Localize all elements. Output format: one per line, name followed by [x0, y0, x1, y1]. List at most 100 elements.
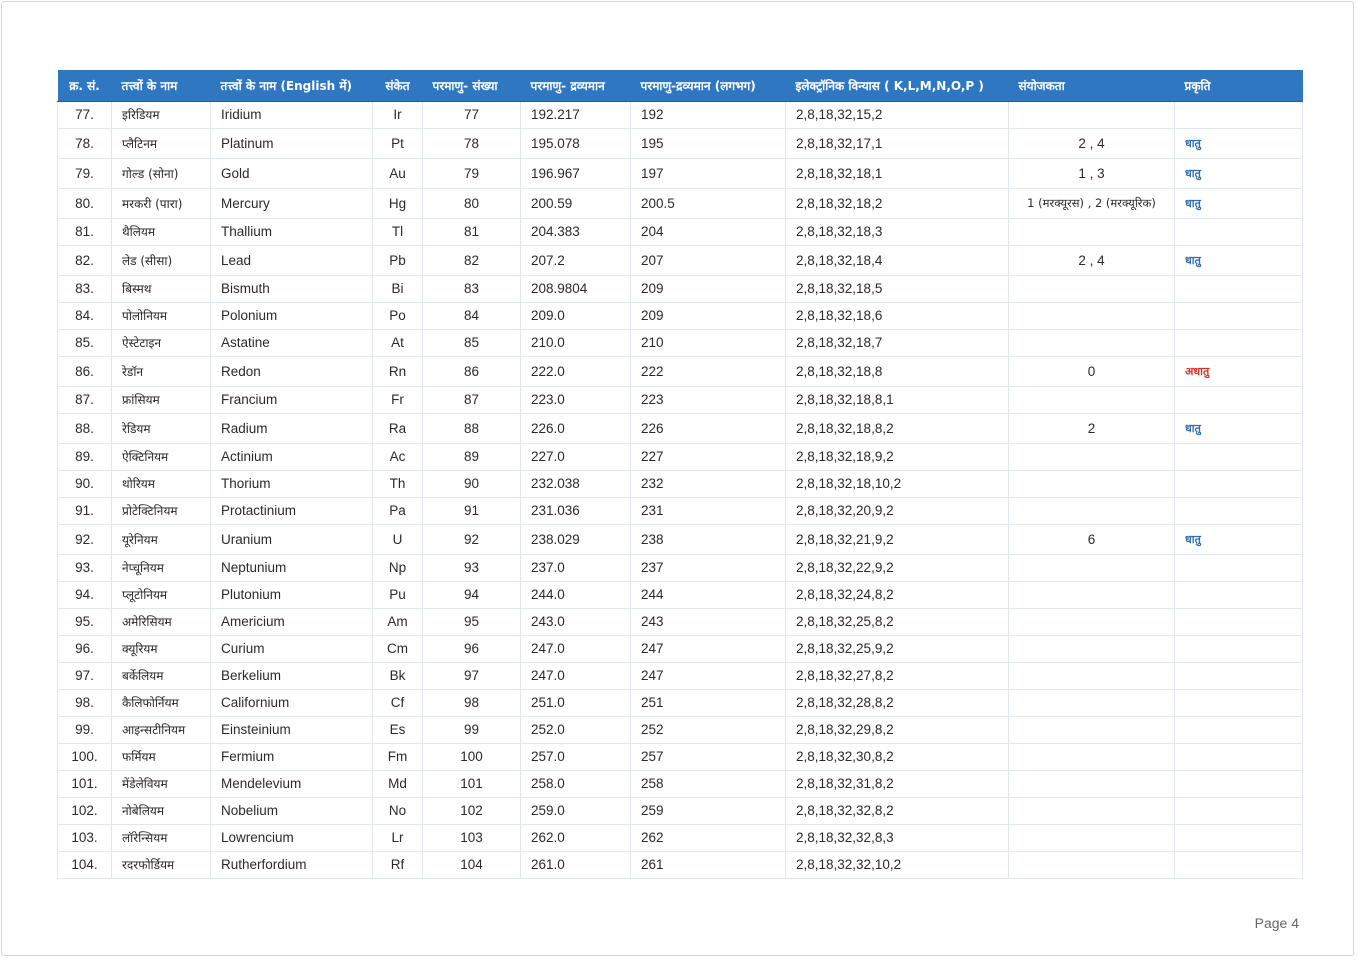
page-number: Page 4	[1254, 915, 1299, 931]
symbol-cell: Rf	[372, 851, 423, 879]
nature-cell	[1174, 743, 1303, 771]
table-row: 88. रेडियम Radium Ra 88 226.0 226 2,8,18,32,18,…	[57, 413, 1303, 444]
approx-mass-cell: 210	[630, 329, 786, 357]
symbol-cell: Cm	[372, 635, 423, 663]
table-row: 93. नेप्चूनियम Neptunium Np 93 237.0 237 2,8,18…	[57, 554, 1303, 582]
approx-mass-cell: 247	[630, 662, 786, 690]
serial-cell: 95.	[57, 608, 112, 636]
nature-tag: धातु	[1185, 167, 1201, 180]
atomic-mass-cell: 209.0	[520, 302, 631, 330]
hindi-name-cell: लेड (सीसा)	[111, 245, 211, 276]
atomic-number-cell: 96	[422, 635, 521, 663]
symbol-cell: Bk	[372, 662, 423, 690]
approx-mass-cell: 223	[630, 386, 786, 414]
english-name-cell: Mercury	[210, 188, 373, 219]
symbol-cell: Es	[372, 716, 423, 744]
approx-mass-cell: 257	[630, 743, 786, 771]
approx-mass-cell: 226	[630, 413, 786, 444]
atomic-mass-cell: 195.078	[520, 128, 631, 159]
atomic-mass-cell: 251.0	[520, 689, 631, 717]
english-name-cell: Fermium	[210, 743, 373, 771]
table-row: 82. लेड (सीसा) Lead Pb 82 207.2 207 2,8,18,32,1…	[57, 245, 1303, 276]
symbol-cell: Hg	[372, 188, 423, 219]
hindi-name-cell: बिस्मथ	[111, 275, 211, 303]
symbol-cell: U	[372, 524, 423, 555]
valency-cell	[1008, 662, 1175, 690]
hindi-name-cell: ऐक्टिनियम	[111, 443, 211, 471]
valency-cell	[1008, 470, 1175, 498]
table-row: 78. प्लैटिनम Platinum Pt 78 195.078 195 2,8,18,…	[57, 128, 1303, 159]
approx-mass-cell: 261	[630, 851, 786, 879]
atomic-number-cell: 89	[422, 443, 521, 471]
valency-cell	[1008, 689, 1175, 717]
table-row: 77. इरिडियम Iridium Ir 77 192.217 192 2,8,18,32…	[57, 101, 1303, 129]
atomic-mass-cell: 258.0	[520, 770, 631, 798]
nature-cell: धातु	[1174, 158, 1303, 189]
electronic-config-cell: 2,8,18,32,18,1	[785, 158, 1009, 189]
electronic-config-cell: 2,8,18,32,25,9,2	[785, 635, 1009, 663]
atomic-number-cell: 103	[422, 824, 521, 852]
atomic-number-cell: 91	[422, 497, 521, 525]
header-symbol: संकेत	[372, 70, 423, 102]
electronic-config-cell: 2,8,18,32,32,8,3	[785, 824, 1009, 852]
symbol-cell: Am	[372, 608, 423, 636]
electronic-config-cell: 2,8,18,32,18,8,2	[785, 413, 1009, 444]
document-page: क्र. सं. तत्त्वों के नाम तत्त्वों के नाम…	[1, 1, 1354, 956]
atomic-mass-cell: 192.217	[520, 101, 631, 129]
atomic-mass-cell: 227.0	[520, 443, 631, 471]
valency-cell: 0	[1008, 356, 1175, 387]
serial-cell: 96.	[57, 635, 112, 663]
electronic-config-cell: 2,8,18,32,20,9,2	[785, 497, 1009, 525]
nature-cell	[1174, 851, 1303, 879]
atomic-number-cell: 87	[422, 386, 521, 414]
nature-cell	[1174, 662, 1303, 690]
symbol-cell: Cf	[372, 689, 423, 717]
atomic-mass-cell: 247.0	[520, 635, 631, 663]
atomic-mass-cell: 208.9804	[520, 275, 631, 303]
nature-cell	[1174, 470, 1303, 498]
hindi-name-cell: नोबेलियम	[111, 797, 211, 825]
valency-cell	[1008, 218, 1175, 246]
nature-cell: धातु	[1174, 524, 1303, 555]
serial-cell: 102.	[57, 797, 112, 825]
valency-cell: 6	[1008, 524, 1175, 555]
atomic-mass-cell: 261.0	[520, 851, 631, 879]
hindi-name-cell: बर्केलियम	[111, 662, 211, 690]
atomic-mass-cell: 232.038	[520, 470, 631, 498]
approx-mass-cell: 244	[630, 581, 786, 609]
valency-cell	[1008, 824, 1175, 852]
hindi-name-cell: पोलोनियम	[111, 302, 211, 330]
table-row: 96. क्यूरियम Curium Cm 96 247.0 247 2,8,18,32,2…	[57, 635, 1303, 663]
nature-tag: धातु	[1185, 254, 1201, 267]
hindi-name-cell: अमेरिसियम	[111, 608, 211, 636]
electronic-config-cell: 2,8,18,32,18,4	[785, 245, 1009, 276]
atomic-number-cell: 99	[422, 716, 521, 744]
english-name-cell: Neptunium	[210, 554, 373, 582]
atomic-mass-cell: 247.0	[520, 662, 631, 690]
electronic-config-cell: 2,8,18,32,21,9,2	[785, 524, 1009, 555]
electronic-config-cell: 2,8,18,32,17,1	[785, 128, 1009, 159]
nature-cell	[1174, 554, 1303, 582]
english-name-cell: Thorium	[210, 470, 373, 498]
english-name-cell: Berkelium	[210, 662, 373, 690]
electronic-config-cell: 2,8,18,32,29,8,2	[785, 716, 1009, 744]
table-row: 94. प्लूटोनियम Plutonium Pu 94 244.0 244 2,8,18…	[57, 581, 1303, 609]
approx-mass-cell: 237	[630, 554, 786, 582]
nature-cell	[1174, 635, 1303, 663]
valency-cell	[1008, 635, 1175, 663]
table-row: 104. रदरफोर्डियम Rutherfordium Rf 104 261.0 26…	[57, 851, 1303, 879]
nature-cell	[1174, 608, 1303, 636]
electronic-config-cell: 2,8,18,32,15,2	[785, 101, 1009, 129]
electronic-config-cell: 2,8,18,32,18,5	[785, 275, 1009, 303]
english-name-cell: Curium	[210, 635, 373, 663]
nature-cell	[1174, 101, 1303, 129]
approx-mass-cell: 204	[630, 218, 786, 246]
electronic-config-cell: 2,8,18,32,18,9,2	[785, 443, 1009, 471]
hindi-name-cell: थैलियम	[111, 218, 211, 246]
symbol-cell: Ac	[372, 443, 423, 471]
symbol-cell: At	[372, 329, 423, 357]
atomic-number-cell: 85	[422, 329, 521, 357]
electronic-config-cell: 2,8,18,32,18,8,1	[785, 386, 1009, 414]
nature-cell	[1174, 329, 1303, 357]
valency-cell	[1008, 581, 1175, 609]
